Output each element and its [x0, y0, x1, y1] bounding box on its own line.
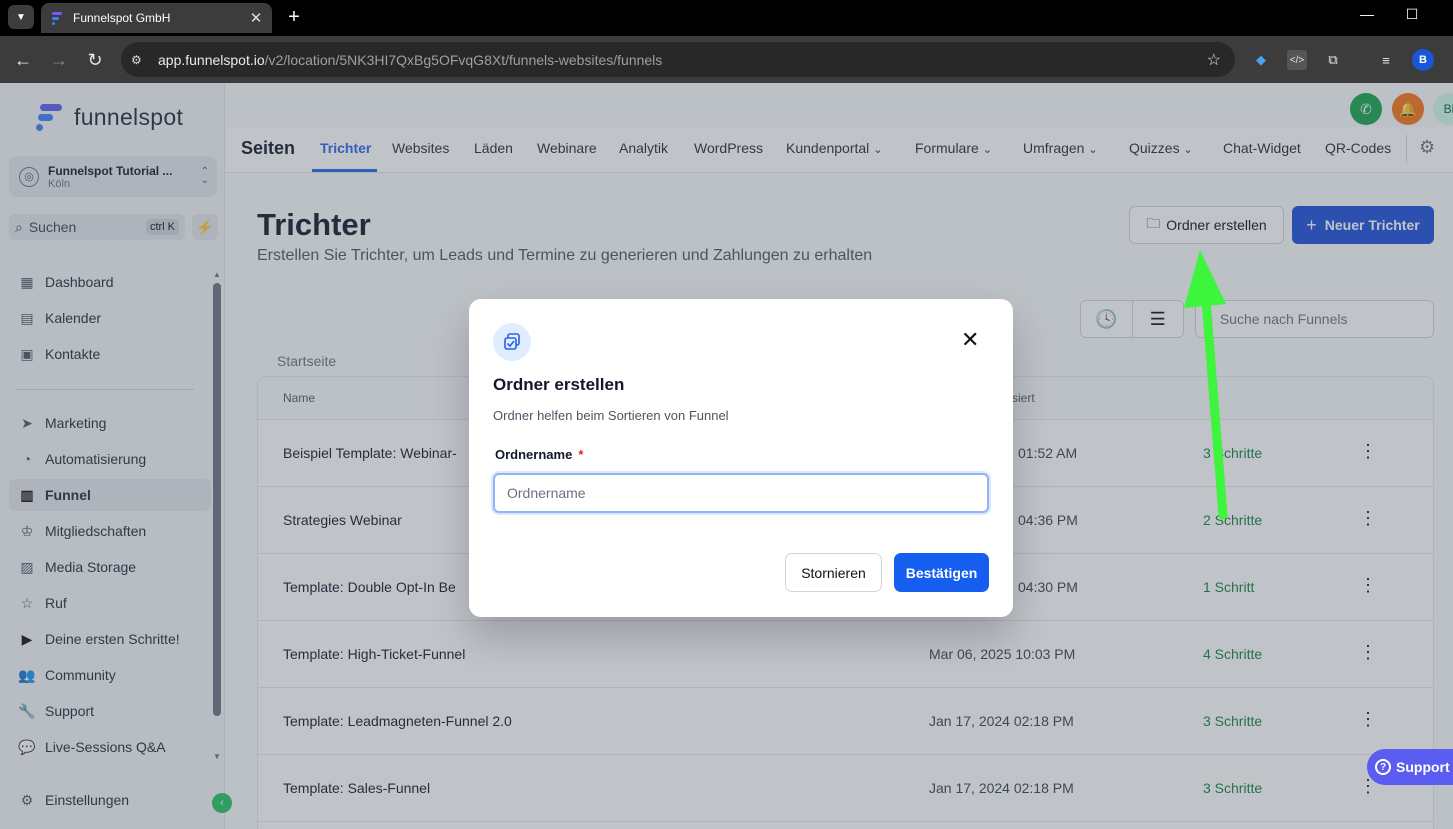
help-icon: ? — [1375, 759, 1391, 775]
bookmark-star-icon[interactable]: ☆ — [1207, 50, 1221, 70]
folder-name-input[interactable] — [493, 473, 989, 513]
site-info-icon[interactable]: ⚙ — [131, 53, 151, 67]
address-bar[interactable]: ⚙ app.funnelspot.io/v2/location/5NK3HI7Q… — [121, 42, 1235, 77]
extension-code-icon[interactable]: </> — [1287, 50, 1307, 70]
confirm-button[interactable]: Bestätigen — [894, 553, 989, 592]
dialog-description: Ordner helfen beim Sortieren von Funnel — [493, 408, 729, 423]
new-tab-button[interactable]: + — [282, 5, 306, 29]
folder-name-label: Ordnername * — [495, 447, 584, 462]
browser-profile-avatar[interactable]: B — [1412, 49, 1434, 71]
extensions-puzzle-icon[interactable]: ⧉ — [1323, 50, 1343, 70]
cancel-button[interactable]: Stornieren — [785, 553, 882, 592]
url-text: app.funnelspot.io/v2/location/5NK3HI7QxB… — [158, 51, 663, 68]
forward-icon[interactable]: → — [46, 47, 72, 73]
minimize-icon[interactable]: — — [1355, 6, 1379, 22]
browser-tab-bar: ▼ Funnelspot GmbH ✕ + — ☐ — [0, 0, 1453, 36]
browser-tab[interactable]: Funnelspot GmbH ✕ — [41, 3, 272, 33]
reload-icon[interactable]: ↻ — [82, 47, 108, 73]
extension-diamond-icon[interactable]: ◆ — [1251, 50, 1271, 70]
create-folder-dialog: ✕ Ordner erstellen Ordner helfen beim So… — [469, 299, 1013, 617]
media-queue-icon[interactable]: ≡ — [1376, 50, 1396, 70]
chevron-down-icon: ▼ — [16, 11, 26, 23]
back-icon[interactable]: ← — [10, 47, 36, 73]
support-label: Support — [1396, 759, 1450, 775]
folders-icon — [493, 323, 531, 361]
dialog-title: Ordner erstellen — [493, 375, 625, 394]
close-tab-icon[interactable]: ✕ — [248, 9, 264, 27]
required-marker: * — [578, 447, 584, 462]
tab-search-button[interactable]: ▼ — [8, 5, 34, 29]
close-icon[interactable]: ✕ — [961, 327, 979, 353]
tab-title: Funnelspot GmbH — [73, 11, 171, 25]
browser-toolbar: ← → ↻ ⚙ app.funnelspot.io/v2/location/5N… — [0, 36, 1453, 83]
support-widget-button[interactable]: ? Support — [1367, 749, 1453, 785]
funnelspot-favicon-icon — [52, 12, 62, 25]
maximize-icon[interactable]: ☐ — [1400, 6, 1424, 23]
